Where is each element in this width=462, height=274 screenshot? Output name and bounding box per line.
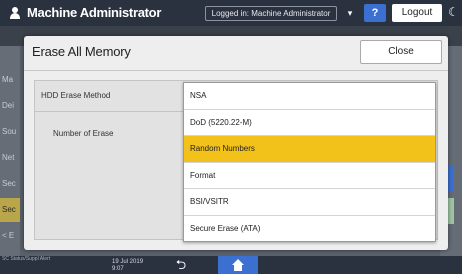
option-dod[interactable]: DoD (5220.22-M) (184, 110, 435, 137)
time: 9:07 (112, 266, 124, 272)
option-secure-erase-ata[interactable]: Secure Erase (ATA) (184, 216, 435, 243)
back-arrow-icon[interactable]: ⮌ (172, 257, 190, 273)
sidebar-item: Net (2, 153, 15, 162)
bottom-bar: SC Status/Suppl Alert 19 Jul 2019 9:07 ⮌ (0, 256, 462, 274)
status-text: SC Status/Suppl Alert (2, 256, 51, 262)
number-of-erase-label: Number of Erase (53, 129, 114, 138)
sidebar-item: Sec (2, 179, 16, 188)
hdd-erase-method-label: HDD Erase Method (41, 91, 111, 100)
divider (35, 111, 185, 112)
hdd-erase-method-options: NSA DoD (5220.22-M) Random Numbers Forma… (183, 82, 436, 242)
divider (24, 70, 448, 71)
date: 19 Jul 2019 (112, 259, 144, 265)
sidebar-item: < E (2, 231, 15, 240)
background-sidebar: Ma Dei Sou Net Sec Sec < E (0, 46, 20, 256)
sidebar-item-selected: Sec (0, 198, 20, 222)
moon-icon[interactable]: ☾ (448, 5, 462, 21)
user-role-title: Machine Administrator (27, 5, 162, 20)
top-bar: Machine Administrator Logged in: Machine… (0, 0, 462, 26)
logout-button[interactable]: Logout (392, 4, 442, 22)
option-random-numbers[interactable]: Random Numbers (184, 136, 435, 163)
help-button[interactable]: ? (364, 4, 386, 22)
logged-in-status: Logged in: Machine Administrator (205, 6, 337, 21)
option-nsa[interactable]: NSA (184, 83, 435, 110)
sidebar-item: Dei (2, 101, 15, 110)
close-button[interactable]: Close (360, 40, 442, 64)
sidebar-item: Ma (2, 75, 14, 84)
option-bsi-vsitr[interactable]: BSI/VSITR (184, 189, 435, 216)
home-button[interactable] (218, 256, 258, 274)
user-icon (10, 7, 20, 19)
date-time: 19 Jul 2019 9:07 (112, 259, 143, 273)
sidebar-item: Sou (2, 127, 17, 136)
chevron-down-icon[interactable]: ▾ (344, 6, 356, 21)
screen: Machine Administrator Logged in: Machine… (0, 0, 462, 274)
dialog-title: Erase All Memory (32, 44, 131, 59)
home-icon (232, 259, 244, 271)
option-format[interactable]: Format (184, 163, 435, 190)
